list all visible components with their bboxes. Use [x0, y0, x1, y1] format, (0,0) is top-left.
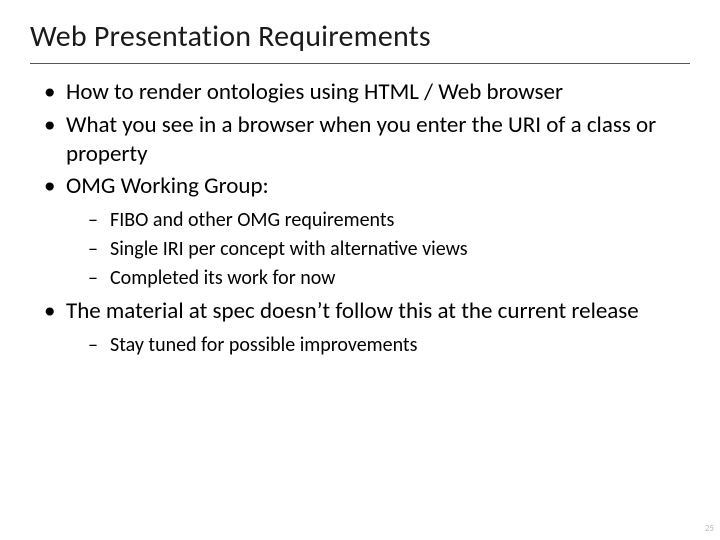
list-item-text: The material at spec doesn’t follow this…: [66, 297, 639, 325]
list-item-text: OMG Working Group:: [66, 172, 269, 200]
slide: Web Presentation Requirements How to ren…: [0, 0, 720, 540]
sub-list-item: Stay tuned for possible improvements: [88, 332, 690, 358]
list-item: The material at spec doesn’t follow this…: [44, 297, 690, 358]
page-number: 25: [705, 523, 714, 534]
sub-list: FIBO and other OMG requirements Single I…: [66, 207, 690, 291]
bullet-list: How to render ontologies using HTML / We…: [30, 78, 690, 358]
sub-list-item: FIBO and other OMG requirements: [88, 207, 690, 233]
sub-list-item: Completed its work for now: [88, 265, 690, 291]
slide-title: Web Presentation Requirements: [30, 18, 690, 64]
sub-list: Stay tuned for possible improvements: [66, 332, 690, 358]
list-item: What you see in a browser when you enter…: [44, 111, 690, 169]
list-item: OMG Working Group: FIBO and other OMG re…: [44, 172, 690, 291]
list-item: How to render ontologies using HTML / We…: [44, 78, 690, 107]
sub-list-item: Single IRI per concept with alternative …: [88, 236, 690, 262]
